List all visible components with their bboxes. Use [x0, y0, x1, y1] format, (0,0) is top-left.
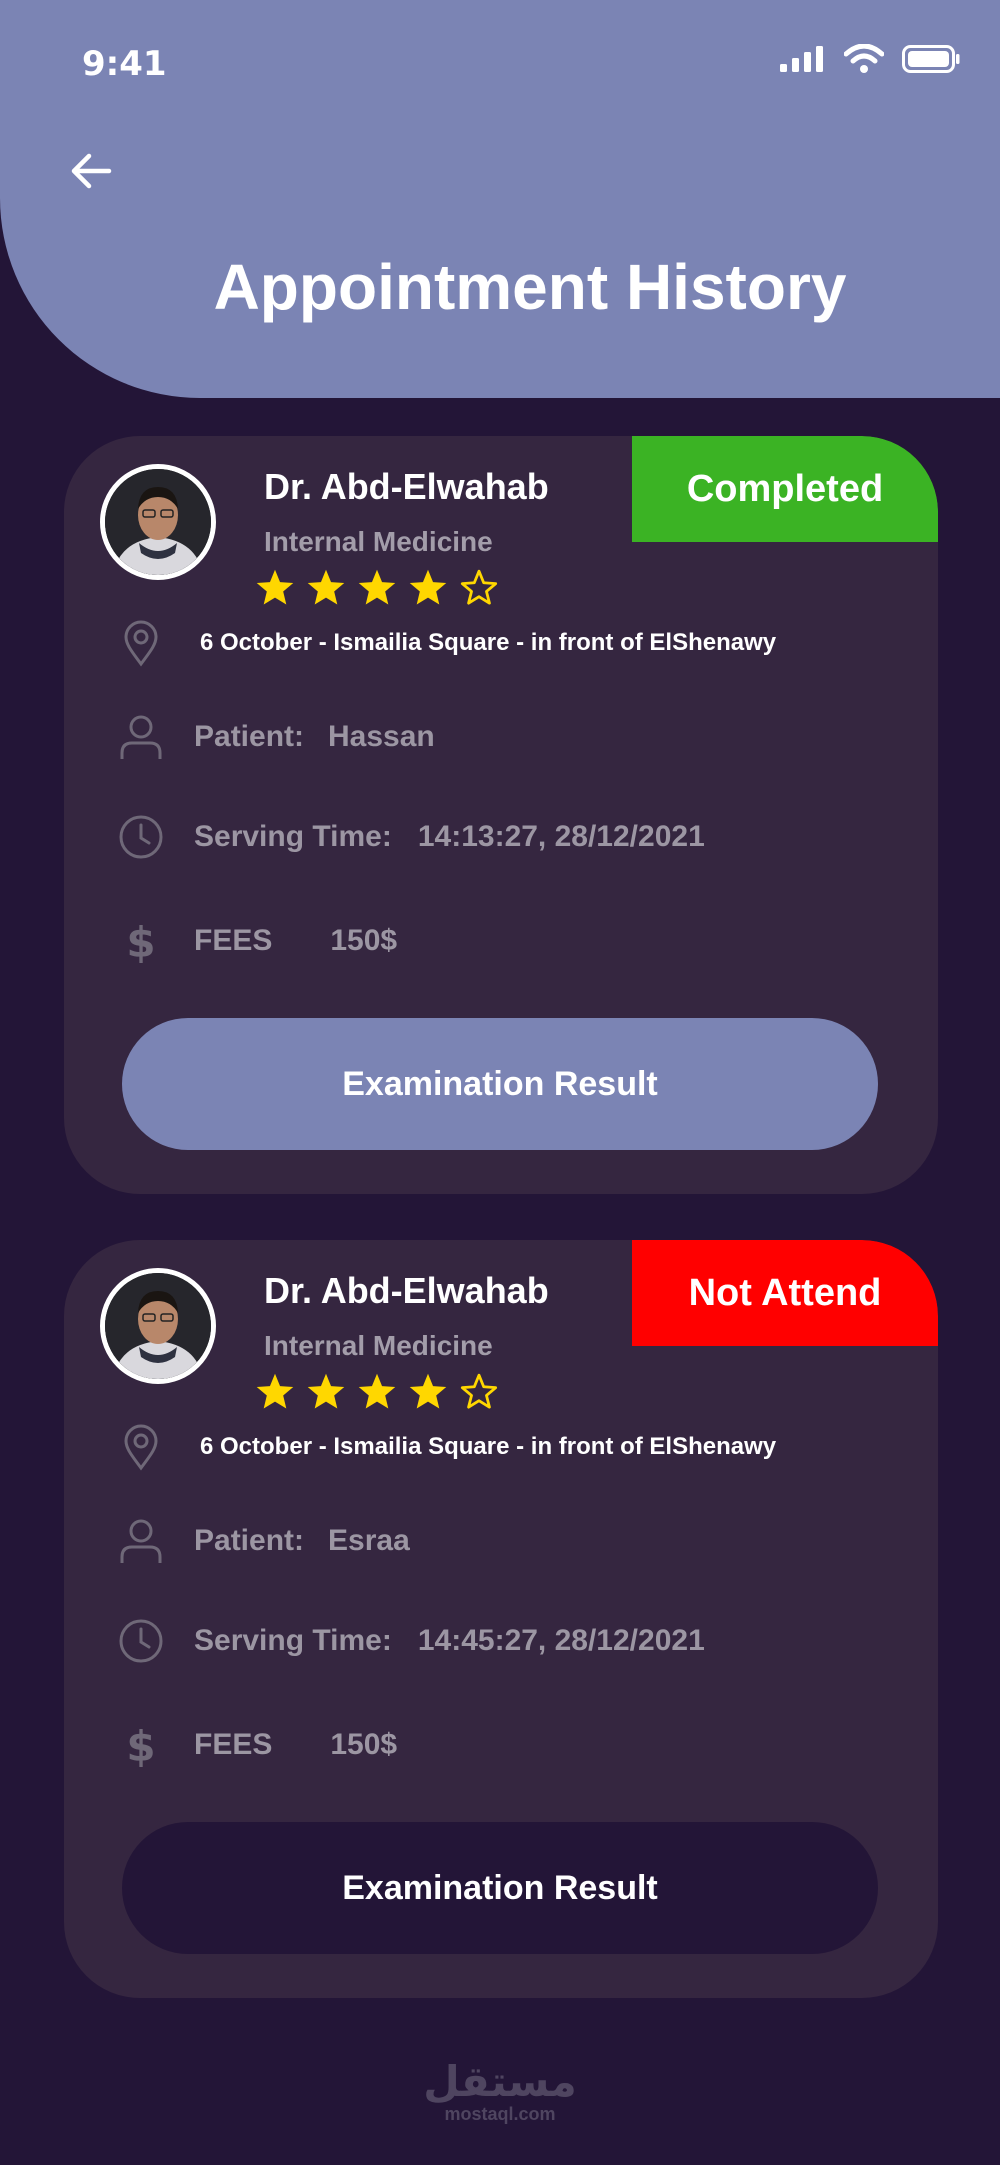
patient-name: Hassan	[328, 720, 435, 753]
doctor-photo	[105, 469, 211, 575]
star-filled-icon	[307, 569, 345, 605]
appointment-card: Dr. Abd-Elwahab Internal Medicine Not At…	[64, 1240, 938, 1998]
signal-icon	[780, 46, 823, 72]
star-filled-icon	[256, 1373, 294, 1409]
serving-time-value: 14:13:27, 28/12/2021	[417, 820, 705, 853]
star-filled-icon	[358, 1373, 396, 1409]
watermark-logo: مستقل mostaql.com	[420, 2060, 580, 2125]
patient-name: Esraa	[328, 1524, 410, 1557]
patient-row: Patient: Esraa	[116, 1516, 410, 1566]
svg-text:$: $	[126, 1722, 155, 1769]
star-filled-icon	[307, 1373, 345, 1409]
fees-value: 150$	[330, 1728, 398, 1761]
dollar-icon: $	[116, 1720, 166, 1770]
doctor-photo	[105, 1273, 211, 1379]
fees-row: $ FEES 150$	[116, 916, 397, 966]
star-outline-icon	[460, 569, 498, 605]
clock-icon	[116, 1616, 166, 1666]
serving-time-row: Serving Time: 14:13:27, 28/12/2021	[116, 812, 705, 862]
watermark-arabic: مستقل	[423, 2057, 577, 2106]
user-icon	[116, 712, 166, 762]
back-arrow-icon	[71, 153, 112, 189]
patient-row: Patient: Hassan	[116, 712, 435, 762]
address-row: 6 October - Ismailia Square - in front o…	[116, 1422, 776, 1472]
doctor-specialty: Internal Medicine	[264, 1330, 493, 1361]
status-icons	[780, 44, 960, 74]
header: 9:41 Appointment History	[0, 0, 1000, 398]
examination-result-button[interactable]: Examination Result	[122, 1822, 878, 1954]
clock-icon	[116, 812, 166, 862]
address-text: 6 October - Ismailia Square - in front o…	[200, 629, 777, 656]
fees-value: 150$	[330, 924, 398, 957]
status-time: 9:41	[82, 44, 167, 84]
doctor-specialty: Internal Medicine	[264, 526, 493, 557]
appointment-card: Dr. Abd-Elwahab Internal Medicine Comple…	[64, 436, 938, 1194]
doctor-avatar	[100, 1268, 216, 1384]
status-badge: Completed	[632, 436, 938, 542]
fees-label: FEES	[194, 1728, 273, 1761]
svg-text:$: $	[126, 918, 155, 965]
rating-stars	[254, 1372, 500, 1412]
watermark-latin: mostaql.com	[444, 2104, 556, 2124]
doctor-name: Dr. Abd-Elwahab	[264, 466, 549, 507]
fees-row: $ FEES 150$	[116, 1720, 397, 1770]
battery-icon	[902, 45, 960, 73]
serving-time-row: Serving Time: 14:45:27, 28/12/2021	[116, 1616, 705, 1666]
location-pin-icon	[116, 618, 166, 668]
location-pin-icon	[116, 1422, 166, 1472]
serving-time-label: Serving Time:	[194, 1624, 392, 1657]
patient-label: Patient:	[194, 1524, 305, 1557]
doctor-name: Dr. Abd-Elwahab	[264, 1270, 549, 1311]
star-filled-icon	[409, 569, 447, 605]
wifi-icon	[844, 44, 884, 73]
status-badge: Not Attend	[632, 1240, 938, 1346]
dollar-icon: $	[116, 916, 166, 966]
serving-time-label: Serving Time:	[194, 820, 392, 853]
star-filled-icon	[256, 569, 294, 605]
rating-stars	[254, 568, 500, 608]
star-filled-icon	[409, 1373, 447, 1409]
patient-label: Patient:	[194, 720, 305, 753]
page-title: Appointment History	[213, 251, 847, 323]
address-row: 6 October - Ismailia Square - in front o…	[116, 618, 776, 668]
star-filled-icon	[358, 569, 396, 605]
examination-result-button[interactable]: Examination Result	[122, 1018, 878, 1150]
back-button[interactable]	[66, 146, 116, 196]
address-text: 6 October - Ismailia Square - in front o…	[200, 1433, 777, 1460]
fees-label: FEES	[194, 924, 273, 957]
serving-time-value: 14:45:27, 28/12/2021	[417, 1624, 705, 1657]
doctor-avatar	[100, 464, 216, 580]
star-outline-icon	[460, 1373, 498, 1409]
user-icon	[116, 1516, 166, 1566]
